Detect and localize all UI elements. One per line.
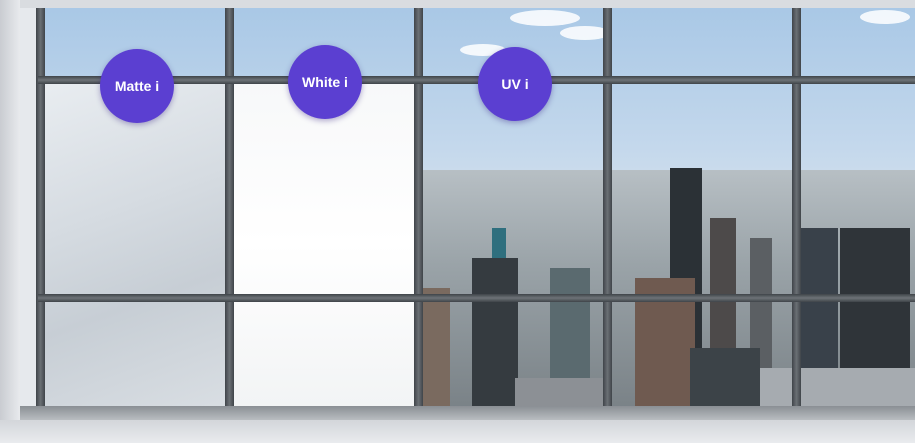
matte-film-panel xyxy=(44,80,230,408)
hotspot-label: White i xyxy=(302,74,348,90)
building xyxy=(760,368,915,408)
window-transom xyxy=(38,294,915,302)
building xyxy=(515,378,605,408)
left-wall xyxy=(0,0,20,443)
window-scene: Matte i White i UV i xyxy=(0,0,915,443)
city-skyline xyxy=(420,168,915,408)
building xyxy=(472,258,518,408)
hotspot-label: Matte i xyxy=(114,78,160,94)
wall-top xyxy=(0,0,915,8)
building xyxy=(420,288,450,408)
white-info-hotspot[interactable]: White i xyxy=(288,45,362,119)
cloud xyxy=(510,10,580,26)
window-mullion xyxy=(225,8,234,410)
floor xyxy=(0,420,915,443)
window-mullion xyxy=(36,8,45,410)
window-mullion xyxy=(792,8,801,410)
window-mullion xyxy=(414,8,423,410)
hotspot-label: UV i xyxy=(501,76,529,92)
window-sill xyxy=(20,406,915,420)
cloud xyxy=(860,10,910,24)
window-mullion xyxy=(603,8,612,410)
white-film-panel xyxy=(230,80,420,408)
matte-info-hotspot[interactable]: Matte i xyxy=(100,49,174,123)
building xyxy=(690,348,760,408)
uv-info-hotspot[interactable]: UV i xyxy=(478,47,552,121)
